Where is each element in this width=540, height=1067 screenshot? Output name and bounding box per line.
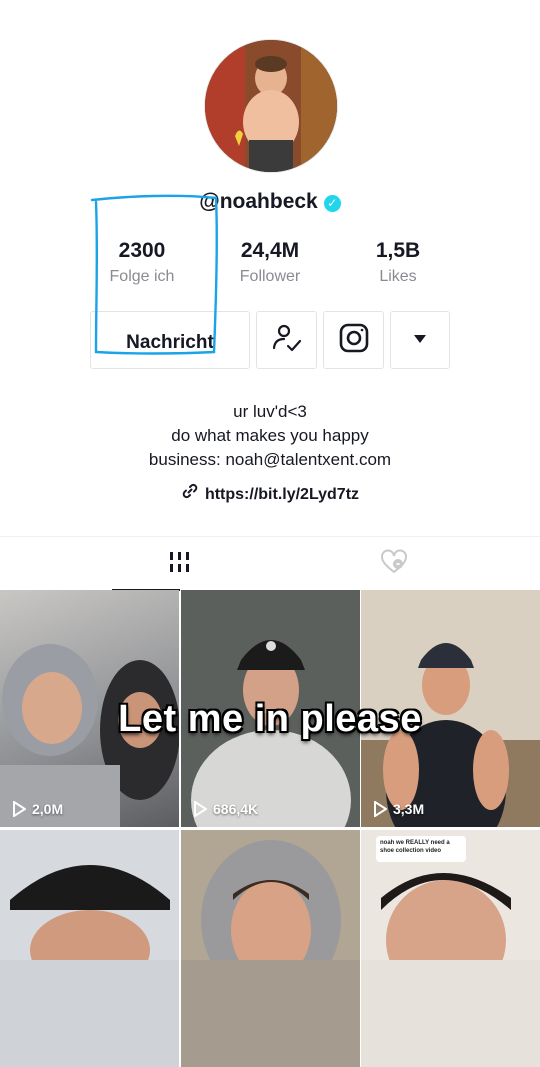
grid-icon [169,550,191,579]
message-button[interactable]: Nachricht [90,311,250,369]
stat-likes[interactable]: 1,5B Likes [334,238,462,294]
link-icon [181,482,199,508]
stat-value: 24,4M [240,239,300,262]
view-count: 3,3M [373,801,424,817]
tab-liked[interactable] [304,537,484,591]
bio: ur luv'd<3 do what makes you happy busin… [0,400,540,472]
link-text: https://bit.ly/2Lyd7tz [204,486,360,504]
stat-followers[interactable]: 24,4M Follower [206,238,334,294]
bio-link[interactable]: https://bit.ly/2Lyd7tz [0,482,540,508]
stat-following[interactable]: 2300 Folge ich [78,238,206,294]
stat-label: Likes [379,268,417,285]
stat-label: Follower [239,268,301,285]
play-icon [13,801,26,817]
video-thumbnail[interactable] [181,830,360,1067]
caret-down-icon [413,331,427,349]
view-count: 2,0M [12,801,63,817]
caption-line: shoe collection video [380,848,442,854]
avatar[interactable] [204,39,338,173]
verified-badge-icon: ✓ [323,195,341,212]
bio-line: business: noah@talentxent.com [148,450,392,469]
profile-stats: 2300 Folge ich 24,4M Follower 1,5B Likes [78,238,462,294]
stat-label: Folge ich [109,268,175,285]
username-row: @noahbeck ✓ [0,188,540,216]
more-options-button[interactable] [390,311,450,369]
tab-videos[interactable] [90,537,270,591]
video-thumbnail[interactable] [0,830,179,1067]
username: @noahbeck [199,190,318,213]
message-button-label: Nachricht [126,332,214,353]
bio-line: ur luv'd<3 [233,402,307,421]
video-grid: 2,0M 686,4K 3,3M [0,590,540,1067]
stat-value: 1,5B [375,239,421,262]
user-check-icon [271,322,303,359]
heart-hidden-icon [380,549,408,580]
play-icon [194,801,207,817]
video-thumbnail[interactable] [361,830,540,1067]
comment-reply-card: noah we REALLY need a shoe collection vi… [376,836,466,862]
video-overlay-text: Let me in please [118,698,422,740]
view-count: 686,4K [193,801,258,817]
caption-line: noah we REALLY need a [380,840,450,846]
instagram-button[interactable] [323,311,384,369]
profile-tabs [0,536,540,591]
following-button[interactable] [256,311,317,369]
instagram-icon [338,322,370,359]
bio-line: do what makes you happy [171,426,369,445]
play-icon [374,801,387,817]
stat-value: 2300 [118,239,166,262]
